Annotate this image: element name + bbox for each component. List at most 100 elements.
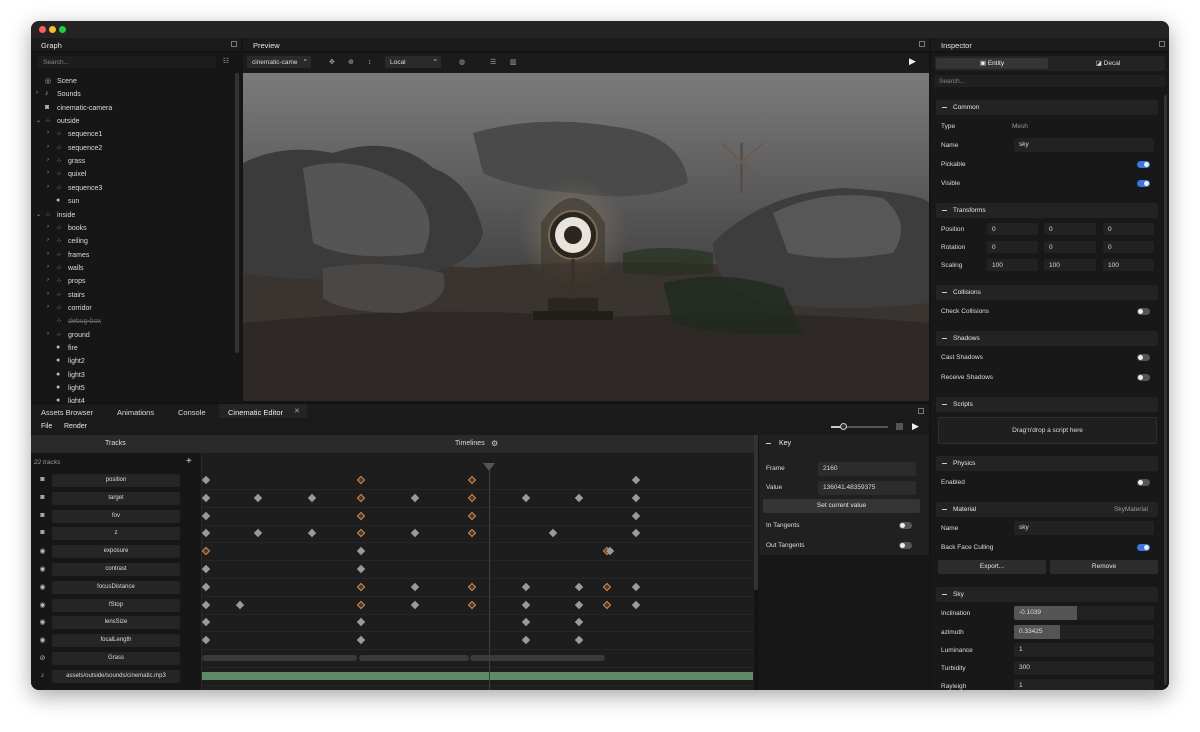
set-current-value-button[interactable]: Set current value: [763, 499, 920, 513]
keyframe[interactable]: [235, 600, 245, 609]
expand-arrow-icon[interactable]: ›: [47, 251, 49, 257]
tree-item[interactable]: › ⁘ walls: [31, 262, 236, 275]
track-row[interactable]: ◉ focusDistance: [31, 579, 201, 596]
track-row[interactable]: ◉ lensSize: [31, 614, 201, 631]
timeline-panel[interactable]: [201, 453, 754, 690]
zoom-slider[interactable]: [831, 423, 888, 430]
keyframe[interactable]: [356, 635, 366, 645]
tab-cinematic-editor[interactable]: Cinematic Editor ✕: [219, 404, 307, 418]
track-row[interactable]: ◉ contrast: [31, 561, 201, 578]
track-row[interactable]: ◙ fov: [31, 508, 201, 525]
turbidity-input[interactable]: 300: [1014, 661, 1154, 675]
tree-item[interactable]: › ⁘ props: [31, 275, 236, 288]
position-y-input[interactable]: 0: [1044, 223, 1096, 235]
tab-decal[interactable]: ◪ Decal: [1052, 58, 1164, 69]
expand-arrow-icon[interactable]: ›: [47, 331, 49, 337]
list-icon[interactable]: ☰: [490, 59, 496, 67]
camera-select[interactable]: cinematic-came ⌃: [247, 56, 311, 68]
tree-item[interactable]: ● light5: [31, 382, 236, 395]
keyframe[interactable]: [602, 600, 612, 609]
stop-icon[interactable]: [896, 423, 903, 430]
tree-item[interactable]: › ⁘ sequence2: [31, 142, 236, 155]
keyframe[interactable]: [467, 511, 477, 520]
keyframe[interactable]: [410, 529, 420, 538]
tree-item[interactable]: ⁘ debug-box: [31, 315, 236, 328]
play-icon[interactable]: ▶: [912, 421, 919, 432]
expand-arrow-icon[interactable]: ›: [47, 130, 49, 136]
expand-arrow-icon[interactable]: ›: [47, 224, 49, 230]
sky-section-header[interactable]: Sky: [936, 587, 1158, 602]
move-gizmo-icon[interactable]: ✥: [329, 59, 335, 67]
timeline-scrollbar[interactable]: [754, 435, 758, 590]
receive-shadows-toggle[interactable]: [1137, 374, 1150, 381]
keyframe[interactable]: [307, 493, 317, 503]
keyframe[interactable]: [631, 529, 641, 538]
tree-item[interactable]: ◎ Scene: [31, 75, 236, 88]
play-icon[interactable]: ▶: [909, 57, 916, 66]
maximize-icon[interactable]: [1159, 41, 1165, 47]
luminance-input[interactable]: 1: [1014, 643, 1154, 657]
keyframe[interactable]: [631, 475, 641, 485]
tab-console[interactable]: Console: [178, 408, 206, 417]
in-tangents-toggle[interactable]: [899, 522, 912, 529]
tree-item[interactable]: › ⁘ sequence3: [31, 182, 236, 195]
expand-arrow-icon[interactable]: ›: [47, 264, 49, 270]
tree-item[interactable]: ● light3: [31, 369, 236, 382]
tab-animations[interactable]: Animations: [117, 408, 154, 417]
close-window-button[interactable]: [39, 26, 46, 33]
timeline-settings-icon[interactable]: ⚙: [491, 439, 498, 448]
rotation-z-input[interactable]: 0: [1103, 241, 1154, 253]
track-row[interactable]: ♪ assets/outside/sounds/cinematic.mp3: [31, 668, 201, 685]
keyframe[interactable]: [410, 493, 420, 503]
frame-input[interactable]: 2160: [818, 462, 916, 476]
tree-item[interactable]: ● light2: [31, 355, 236, 368]
animation-clip[interactable]: [359, 655, 469, 661]
expand-arrow-icon[interactable]: ›: [47, 184, 49, 190]
physics-enabled-toggle[interactable]: [1137, 479, 1150, 486]
track-row[interactable]: ◙ position: [31, 472, 201, 489]
globe-icon[interactable]: ◍: [459, 59, 465, 67]
keyframe[interactable]: [356, 564, 366, 574]
rotate-gizmo-icon[interactable]: ⊕: [348, 59, 354, 67]
tree-item[interactable]: › ⁘ grass: [31, 155, 236, 168]
tab-entity[interactable]: ▣ Entity: [936, 58, 1048, 69]
keyframe[interactable]: [356, 618, 366, 627]
zoom-slider-handle[interactable]: [840, 423, 847, 430]
keyframe[interactable]: [202, 564, 211, 574]
keyframe[interactable]: [467, 582, 477, 592]
rotation-y-input[interactable]: 0: [1044, 241, 1096, 253]
track-row[interactable]: ◉ focalLength: [31, 632, 201, 649]
animation-clip[interactable]: [202, 655, 357, 661]
keyframe[interactable]: [356, 493, 366, 503]
keyframe[interactable]: [574, 600, 584, 609]
backface-culling-toggle[interactable]: [1137, 544, 1150, 551]
tree-item[interactable]: › ⁘ frames: [31, 249, 236, 262]
keyframe[interactable]: [574, 618, 584, 627]
audio-clip[interactable]: [202, 671, 753, 680]
scaling-x-input[interactable]: 100: [987, 259, 1038, 271]
keyframe[interactable]: [574, 635, 584, 645]
scene-viewport[interactable]: [243, 73, 929, 401]
shadows-section-header[interactable]: Shadows: [936, 331, 1158, 346]
pickable-toggle[interactable]: [1137, 161, 1150, 168]
keyframe[interactable]: [202, 582, 211, 592]
scaling-y-input[interactable]: 100: [1044, 259, 1096, 271]
expand-arrow-icon[interactable]: ›: [47, 144, 49, 150]
keyframe[interactable]: [202, 635, 211, 645]
keyframe[interactable]: [548, 529, 558, 538]
tree-item[interactable]: ◙ cinematic-camera: [31, 102, 236, 115]
common-section-header[interactable]: Common: [936, 100, 1158, 115]
track-row[interactable]: ◉ fStop: [31, 597, 201, 614]
tree-item[interactable]: ● sun: [31, 195, 236, 208]
tree-item[interactable]: › ⁘ corridor: [31, 302, 236, 315]
maximize-icon[interactable]: [918, 408, 924, 414]
tree-item[interactable]: › ⁘ sequence1: [31, 128, 236, 141]
keyframe[interactable]: [356, 546, 366, 556]
azimuth-slider[interactable]: 0.33425: [1014, 625, 1154, 639]
check-collisions-toggle[interactable]: [1137, 308, 1150, 315]
keyframe[interactable]: [467, 493, 477, 503]
keyframe[interactable]: [202, 546, 211, 556]
inspector-scrollbar[interactable]: [1164, 95, 1167, 685]
expand-arrow-icon[interactable]: ⌄: [36, 211, 41, 218]
keyframe[interactable]: [410, 582, 420, 592]
